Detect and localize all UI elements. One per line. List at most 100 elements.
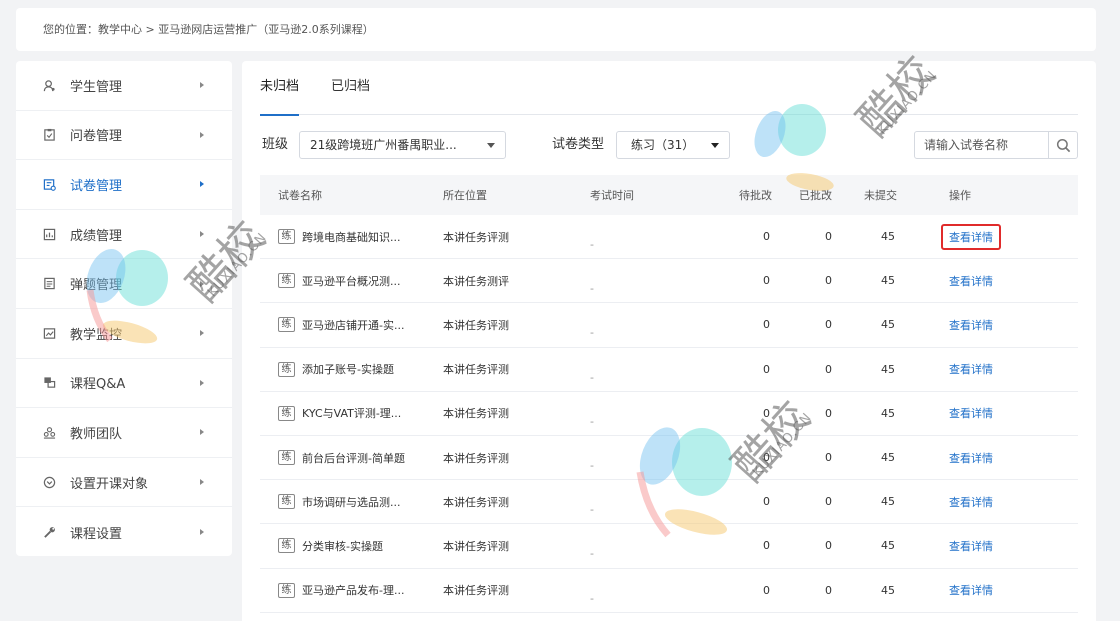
paper-name: 亚马逊店铺开通-实...	[302, 318, 405, 332]
sidebar-item-label: 试卷管理	[70, 178, 123, 194]
paper-name: 添加子账号-实操题	[302, 363, 394, 377]
table-row: 练 KYC与VAT评测-理... 本讲任务评测 - 0 0 45 查看详情	[260, 392, 1078, 436]
graded-count: 0	[825, 583, 832, 597]
unsubmitted-count: 45	[881, 451, 895, 465]
chevron-right-icon	[200, 131, 204, 138]
practice-badge: 练	[278, 405, 295, 421]
table-row: 练亚马逊产品发布-理... 本讲任务评测 - 0 0 45 查看详情	[260, 569, 1078, 613]
chevron-right-icon	[200, 280, 204, 287]
chevron-right-icon	[200, 479, 204, 486]
tab-archived[interactable]: 已归档	[331, 61, 370, 114]
chevron-down-icon	[711, 143, 719, 148]
paper-location: 本讲任务评测	[443, 451, 509, 465]
sidebar-item-popup-question[interactable]: 弹题管理	[16, 259, 232, 309]
sidebar-item-exam-paper[interactable]: 试卷管理	[16, 160, 232, 210]
graded-count: 0	[825, 539, 832, 553]
sidebar-item-label: 教学监控	[70, 327, 123, 343]
sidebar-item-monitor[interactable]: 教学监控	[16, 309, 232, 359]
paper-location: 本讲任务评测	[443, 363, 509, 377]
unsubmitted-count: 45	[881, 230, 895, 244]
chevron-right-icon	[200, 330, 204, 337]
view-details-link[interactable]: 查看详情	[949, 273, 993, 289]
paper-location: 本讲任务评测	[443, 407, 509, 421]
header-action: 操作	[949, 189, 971, 202]
view-details-link[interactable]: 查看详情	[949, 494, 993, 510]
chevron-right-icon	[200, 82, 204, 89]
wrench-icon	[42, 525, 56, 539]
pending-count: 0	[763, 583, 770, 597]
unsubmitted-count: 45	[881, 495, 895, 509]
exam-time: -	[590, 326, 594, 340]
sidebar-item-questionnaire[interactable]: 问卷管理	[16, 111, 232, 161]
table-header: 试卷名称 所在位置 考试时间 待批改 已批改 未提交 操作	[260, 175, 1078, 215]
header-unsubmitted: 未提交	[864, 189, 897, 202]
unsubmitted-count: 45	[881, 406, 895, 420]
exam-paper-icon	[42, 177, 56, 191]
graded-count: 0	[825, 495, 832, 509]
pending-count: 0	[763, 495, 770, 509]
graded-count: 0	[825, 451, 832, 465]
unsubmitted-count: 45	[881, 274, 895, 288]
search-input[interactable]	[915, 132, 1049, 158]
sidebar-item-qa[interactable]: 课程Q&A	[16, 359, 232, 409]
chevron-right-icon	[200, 181, 204, 188]
view-details-link[interactable]: 查看详情	[941, 223, 1001, 250]
view-details-link[interactable]: 查看详情	[949, 361, 993, 377]
search-button[interactable]	[1048, 132, 1077, 158]
table-row: 练亚马逊店铺开通-实... 本讲任务评测 - 0 0 45 查看详情	[260, 303, 1078, 348]
chevron-right-icon	[200, 529, 204, 536]
tab-bar: 未归档 已归档	[260, 61, 1078, 116]
sidebar-item-label: 弹题管理	[70, 278, 123, 294]
graded-count: 0	[825, 274, 832, 288]
chevron-down-icon	[487, 143, 495, 148]
sidebar: 学生管理 问卷管理 试卷管理 成绩管理 弹题管理 教学监控 课程Q&A 教师团队	[16, 61, 232, 556]
sidebar-item-team[interactable]: 教师团队	[16, 408, 232, 458]
paper-type-label: 试卷类型	[552, 137, 605, 152]
pending-count: 0	[763, 318, 770, 332]
paper-location: 本讲任务评测	[443, 584, 509, 598]
pending-count: 0	[763, 451, 770, 465]
sidebar-item-grade[interactable]: 成绩管理	[16, 210, 232, 260]
exam-table: 试卷名称 所在位置 考试时间 待批改 已批改 未提交 操作 练跨境电商基础知识.…	[260, 175, 1078, 613]
view-details-link[interactable]: 查看详情	[949, 317, 993, 333]
exam-time: -	[590, 503, 594, 517]
filter-bar: 班级 21级跨境班广州番禺职业... 试卷类型 练习（31）	[260, 131, 1078, 161]
paper-location: 本讲任务评测	[443, 539, 509, 553]
view-details-link[interactable]: 查看详情	[949, 450, 993, 466]
sidebar-item-label: 问卷管理	[70, 129, 123, 145]
tab-unarchived[interactable]: 未归档	[260, 61, 300, 116]
view-details-link[interactable]: 查看详情	[949, 582, 993, 598]
chevron-right-icon	[200, 231, 204, 238]
class-select[interactable]: 21级跨境班广州番禺职业...	[299, 131, 506, 159]
paper-name: KYC与VAT评测-理...	[302, 407, 402, 421]
paper-location: 本讲任务测评	[443, 274, 509, 288]
search-icon	[1056, 138, 1070, 152]
pending-count: 0	[763, 362, 770, 376]
practice-badge: 练	[278, 494, 295, 510]
sidebar-item-label: 课程设置	[70, 526, 123, 542]
table-row: 练亚马逊平台概况测... 本讲任务测评 - 0 0 45 查看详情	[260, 259, 1078, 304]
class-filter-label: 班级	[262, 137, 289, 152]
exam-time: -	[590, 459, 594, 473]
view-details-link[interactable]: 查看详情	[949, 405, 993, 421]
practice-badge: 练	[278, 582, 295, 598]
view-details-link[interactable]: 查看详情	[949, 538, 993, 554]
sidebar-item-student[interactable]: 学生管理	[16, 61, 232, 111]
monitor-chart-icon	[42, 326, 56, 340]
sidebar-item-course-target[interactable]: 设置开课对象	[16, 458, 232, 508]
paper-type-select[interactable]: 练习（31）	[616, 131, 730, 159]
chevron-right-icon	[200, 429, 204, 436]
header-location: 所在位置	[443, 189, 487, 202]
exam-time: -	[590, 370, 594, 384]
practice-badge: 练	[278, 229, 295, 245]
breadcrumb: 您的位置：教学中心 > 亚马逊网店运营推广（亚马逊2.0系列课程）	[16, 8, 1096, 51]
graded-count: 0	[825, 362, 832, 376]
paper-location: 本讲任务评测	[443, 230, 509, 244]
paper-name: 前台后台评测-简单题	[302, 451, 405, 465]
header-name: 试卷名称	[278, 189, 322, 202]
paper-name: 亚马逊产品发布-理...	[302, 584, 405, 598]
sidebar-item-course-settings[interactable]: 课程设置	[16, 507, 232, 557]
grade-icon	[42, 227, 56, 241]
practice-badge: 练	[278, 317, 295, 333]
main-panel: 未归档 已归档 班级 21级跨境班广州番禺职业... 试卷类型 练习（31） 试…	[242, 61, 1096, 621]
